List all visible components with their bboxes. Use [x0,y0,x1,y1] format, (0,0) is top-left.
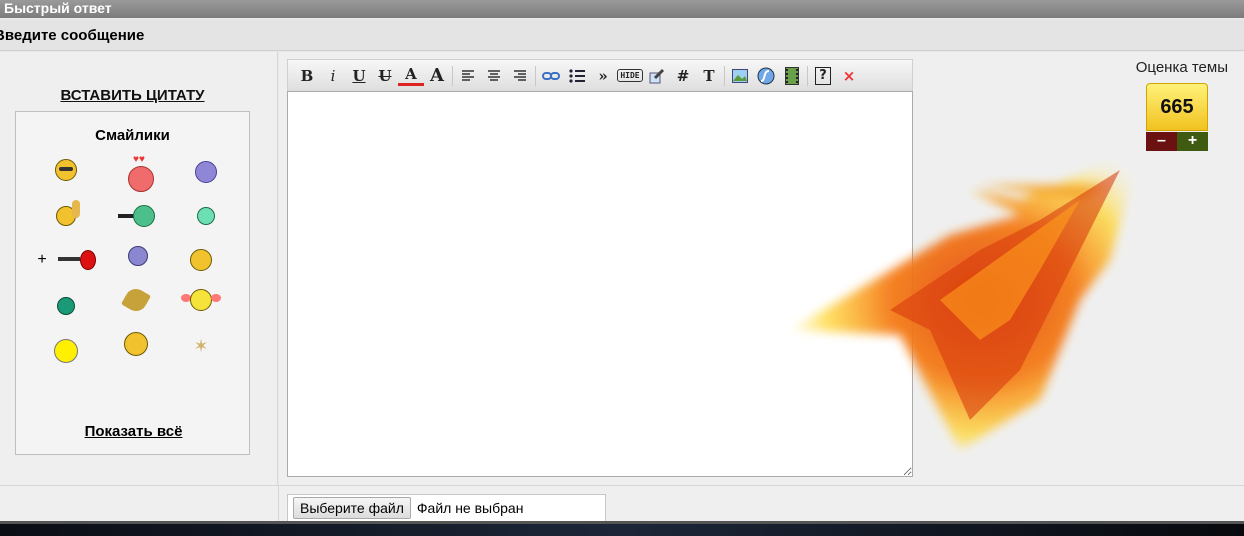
smiley-green[interactable] [186,196,226,236]
toolbar-separator [724,65,725,86]
toolbar-separator [452,65,453,86]
edit-icon[interactable] [644,63,670,89]
smiley-dance[interactable] [118,236,158,276]
rating-minus-button[interactable]: – [1146,132,1177,151]
smiley-cool[interactable] [46,150,86,190]
video-icon[interactable] [779,63,805,89]
smiley-teal[interactable] [46,286,86,326]
smilies-title: Смайлики [95,127,170,144]
code-button[interactable]: # [670,63,696,89]
toolbar-separator [807,65,808,86]
smiley-shoot[interactable] [56,240,96,280]
file-status: Файл не выбран [416,500,524,516]
page-footer-background [0,521,1244,536]
quick-reply-header: Быстрый ответ [0,0,1244,18]
rating-panel: Оценка темы 665 – + [939,52,1244,485]
header-title: Быстрый ответ [4,0,112,16]
message-textarea[interactable] [287,91,913,477]
attachment-row: Выберите файл Файл не выбран [0,485,1244,522]
align-left-icon[interactable] [455,63,481,89]
rating-value: 665 [1146,83,1208,131]
flash-icon[interactable] [753,63,779,89]
rating-label: Оценка темы [1135,59,1228,76]
show-all-smilies-link[interactable]: Показать всё [16,423,251,440]
hide-button[interactable]: HIDE [616,63,644,89]
message-label: Введите сообщение [0,27,145,44]
footer-shade [0,521,1244,524]
underline-button[interactable]: U [346,63,372,89]
smiley-jump[interactable] [46,326,86,366]
smiley-crying[interactable] [186,152,226,192]
align-center-icon[interactable] [481,63,507,89]
smiley-laugh[interactable] [116,324,156,364]
image-icon[interactable] [727,63,753,89]
smiley-gun[interactable] [116,196,156,236]
file-input[interactable]: Выберите файл Файл не выбран [287,494,606,522]
close-button[interactable]: × [836,63,862,89]
help-button[interactable]: ? [810,63,836,89]
help-label: ? [815,66,831,85]
list-icon[interactable] [564,63,590,89]
smilies-box: Смайлики ♥♥ + ✶ Показать всё [15,111,250,455]
font-size-button[interactable]: A [424,63,450,89]
font-color-button[interactable]: A [398,65,424,86]
column-divider [278,486,279,522]
choose-file-button[interactable]: Выберите файл [293,497,411,519]
strike-button[interactable]: U [372,63,398,89]
align-right-icon[interactable] [507,63,533,89]
smiley-thinking[interactable] [46,196,86,236]
editor-toolbar: B i U U A A » HIDE # T ? × [287,59,913,91]
message-label-bar: Введите сообщение [0,20,1244,51]
toolbar-separator [535,65,536,86]
editor-panel: B i U U A A » HIDE # T ? × [279,52,939,485]
smiley-love[interactable]: ♥♥ [121,154,161,194]
italic-button[interactable]: i [320,63,346,89]
smiley-star[interactable]: ✶ [181,326,221,366]
rating-plus-button[interactable]: + [1177,132,1208,151]
bold-button[interactable]: B [294,63,320,89]
quote-button[interactable]: » [590,63,616,89]
hide-label: HIDE [617,69,643,82]
smiley-yes[interactable] [181,240,221,280]
rating-controls: – + [1146,132,1208,151]
smiley-cheer[interactable] [181,280,221,320]
text-button[interactable]: T [696,63,722,89]
left-panel: ВСТАВИТЬ ЦИТАТУ Смайлики ♥♥ + ✶ Показать… [0,52,278,485]
insert-quote-link[interactable]: ВСТАВИТЬ ЦИТАТУ [0,87,265,104]
link-icon[interactable] [538,63,564,89]
smiley-cymbals[interactable] [116,280,156,320]
